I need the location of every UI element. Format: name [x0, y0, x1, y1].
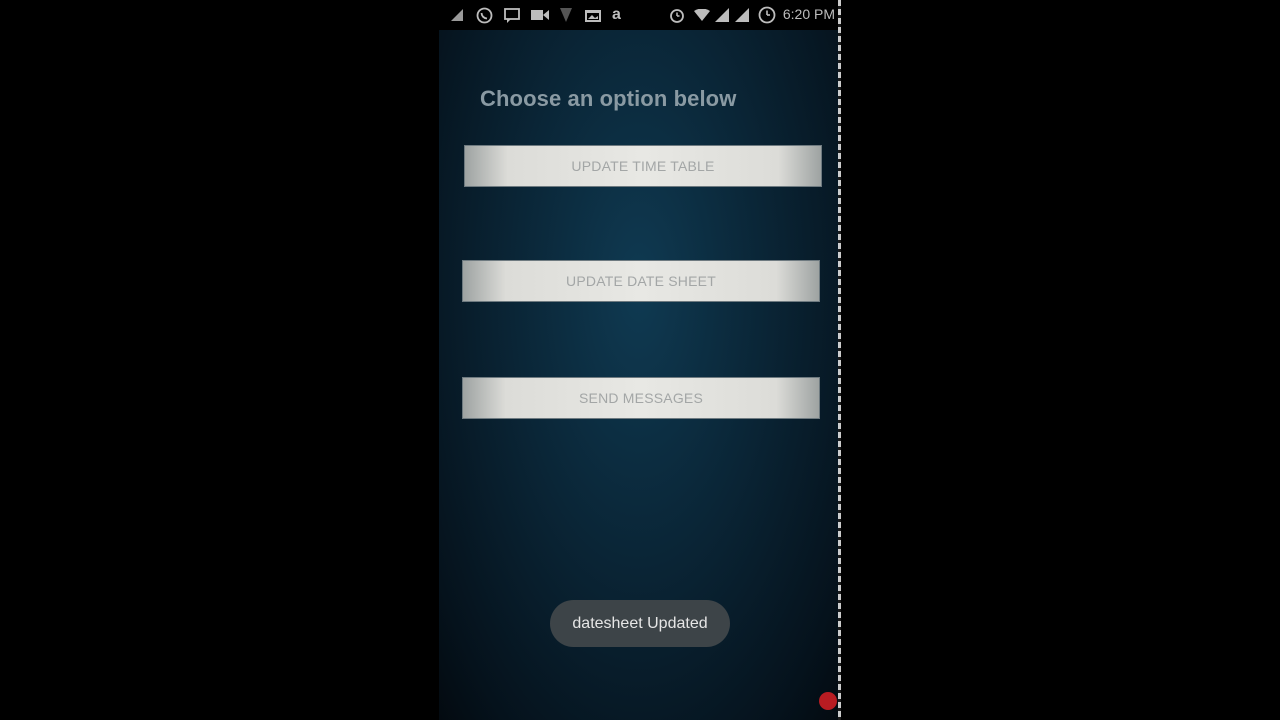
- page-title: Choose an option below: [480, 86, 737, 111]
- status-bar: a 6:20 PM: [439, 0, 839, 30]
- whatsapp-icon: [476, 7, 493, 23]
- update-time-table-button[interactable]: UPDATE TIME TABLE: [464, 145, 822, 187]
- recording-indicator-icon: [819, 692, 837, 710]
- update-date-sheet-button[interactable]: UPDATE DATE SHEET: [462, 260, 820, 302]
- send-messages-button[interactable]: SEND MESSAGES: [462, 377, 820, 419]
- screen-edge-divider: [838, 0, 841, 720]
- signal-bars-icon: [735, 7, 749, 23]
- alarm-icon: [669, 7, 685, 23]
- status-time: 6:20 PM: [782, 6, 835, 22]
- video-icon: [531, 7, 549, 23]
- clock-icon: [758, 6, 776, 24]
- signal-bars-icon: [715, 7, 729, 23]
- amazon-icon: a: [612, 6, 621, 23]
- phone-screen: a 6:20 PM Choose an option below UPDATE …: [439, 0, 839, 720]
- signal-small-icon: [451, 7, 463, 23]
- toast-notification: datesheet Updated: [550, 600, 730, 647]
- message-icon: [504, 7, 520, 23]
- photo-icon: [584, 7, 602, 23]
- signal-off-icon: [560, 7, 572, 23]
- wifi-icon: [694, 7, 710, 23]
